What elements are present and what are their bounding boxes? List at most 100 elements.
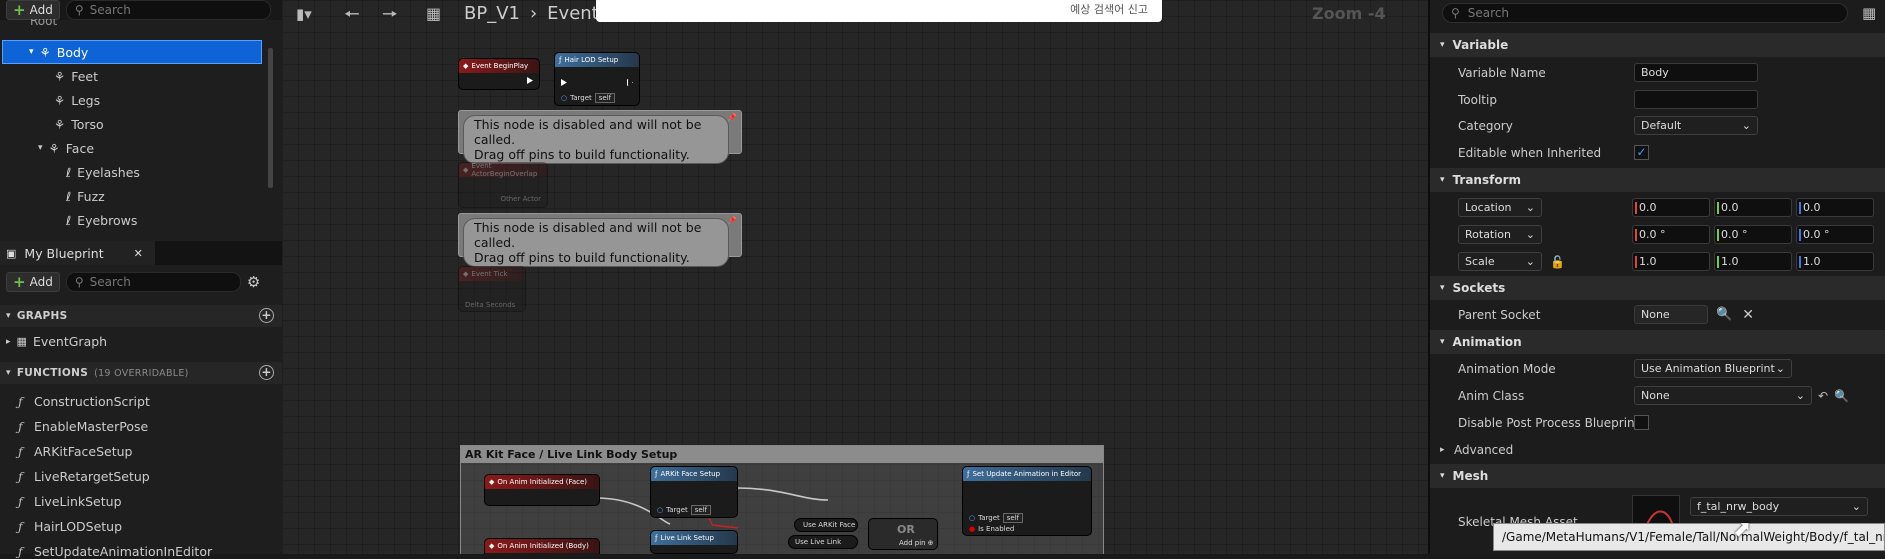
scale-x-input[interactable]: 1.0 — [1632, 252, 1710, 271]
target-pin[interactable]: ○ Target self — [657, 505, 712, 515]
exec-out-pin[interactable] — [627, 79, 633, 86]
components-scrollbar[interactable] — [268, 48, 273, 188]
function-item[interactable]: ƒ HairLODSetup — [18, 519, 122, 534]
function-icon: ƒ — [559, 56, 562, 64]
chevron-down-icon: ▾ — [1440, 40, 1445, 50]
tooltip-input[interactable] — [1634, 90, 1758, 109]
node-event-tick[interactable]: ◆ Event Tick Delta Seconds — [458, 266, 526, 312]
pin-icon[interactable]: 📌 — [727, 216, 737, 225]
close-icon[interactable]: ✕ — [134, 247, 143, 260]
row-parent-socket: Parent Socket None 🔍 ✕ — [1458, 305, 1754, 324]
is-enabled-pin[interactable]: ● Is Enabled — [969, 525, 1014, 533]
location-y-input[interactable]: 0.0 — [1714, 198, 1792, 217]
groom-icon: ℓ — [66, 212, 72, 228]
node-set-update-animation-in-editor[interactable]: ƒ Set Update Animation in Editor ○ Target… — [962, 466, 1092, 536]
scale-z-input[interactable]: 1.0 — [1796, 252, 1874, 271]
tree-item-eyelashes[interactable]: ℓ Eyelashes — [66, 160, 140, 184]
rotation-y-input[interactable]: 0.0 ° — [1714, 225, 1792, 244]
use-selected-icon[interactable]: ↶ — [1818, 389, 1828, 403]
mesh-section-header[interactable]: ▾ Mesh — [1430, 464, 1885, 488]
functions-section-header[interactable]: ▾ FUNCTIONS (19 OVERRIDABLE) + — [0, 362, 282, 384]
graphs-section-header[interactable]: ▾ GRAPHS + — [0, 305, 282, 327]
event-icon: ◆ — [463, 62, 469, 70]
sockets-section-header[interactable]: ▾ Sockets — [1430, 276, 1885, 300]
node-on-anim-initialized-body[interactable]: ◆ On Anim Initialized (Body) — [484, 538, 600, 554]
details-panel: ⚲ Search ▦ ▾ Variable Variable Name Body … — [1428, 0, 1885, 554]
node-event-beginplay[interactable]: ◆ Event BeginPlay — [458, 58, 540, 90]
disabled-comment-1[interactable]: This node is disabled and will not be ca… — [458, 110, 742, 164]
skeletal-mesh-dropdown[interactable]: f_tal_nrw_body ⌄ — [1690, 497, 1868, 516]
variable-section-header[interactable]: ▾ Variable — [1430, 33, 1885, 57]
transform-section-header[interactable]: ▾ Transform — [1430, 168, 1885, 192]
rotation-mode-dropdown[interactable]: Rotation ⌄ — [1458, 225, 1542, 244]
function-item[interactable]: ƒ ARKitFaceSetup — [18, 444, 132, 459]
row-variable-name: Variable Name Body — [1430, 59, 1885, 86]
components-search-input[interactable]: ⚲ Search — [65, 0, 271, 20]
tree-item-body[interactable]: ▾ ⚘ Body — [2, 40, 262, 64]
node-or[interactable]: OR Add pin ⊕ — [868, 518, 938, 550]
graph-item-eventgraph[interactable]: ▸ ▦ EventGraph — [6, 334, 107, 349]
rotation-x-input[interactable]: 0.0 ° — [1632, 225, 1710, 244]
add-graph-icon[interactable]: + — [259, 308, 274, 323]
exec-out-pin[interactable] — [527, 77, 533, 84]
node-hair-lod-setup[interactable]: ƒ Hair LOD Setup ○ Target self — [554, 52, 640, 106]
browse-socket-icon[interactable]: 🔍 — [1716, 307, 1732, 322]
my-blueprint-search-input[interactable]: ⚲ Search — [65, 272, 241, 292]
animation-mode-dropdown[interactable]: Use Animation Blueprint ⌄ — [1634, 359, 1792, 378]
tree-item-face[interactable]: ▾ ⚘ Face — [38, 136, 94, 160]
node-use-live-link-body[interactable]: Use Live Link Body — [788, 535, 858, 549]
pin-icon[interactable]: 📌 — [727, 113, 737, 122]
chevron-down-icon: ⌄ — [1775, 362, 1785, 375]
search-icon: ⚲ — [74, 275, 84, 289]
graph-editor[interactable]: ▮▾ 🠔 🠖 ▦ BP_V1 › Event Zoom -4 예상 검색어 신고… — [282, 0, 1428, 554]
gear-icon[interactable]: ⚙ — [247, 273, 260, 291]
tree-item-feet[interactable]: ⚘ Feet — [54, 64, 98, 88]
tree-item-legs[interactable]: ⚘ Legs — [54, 88, 100, 112]
function-item[interactable]: ƒ EnableMasterPose — [18, 419, 148, 434]
tree-item-fuzz[interactable]: ℓ Fuzz — [66, 184, 105, 208]
property-matrix-icon[interactable]: ▦ — [1862, 4, 1876, 22]
tree-item-torso[interactable]: ⚘ Torso — [54, 112, 104, 136]
tab-my-blueprint[interactable]: ▣ My Blueprint ✕ — [0, 241, 155, 265]
parent-socket-value[interactable]: None — [1634, 305, 1708, 324]
disabled-comment-2[interactable]: This node is disabled and will not be ca… — [458, 213, 742, 267]
editable-checkbox[interactable]: ✓ — [1634, 145, 1649, 160]
node-on-anim-initialized-face[interactable]: ◆ On Anim Initialized (Face) — [484, 474, 600, 506]
chevron-down-icon: ▾ — [1440, 471, 1445, 481]
node-use-arkit-face[interactable]: Use ARKit Face — [794, 518, 858, 532]
rotation-z-input[interactable]: 0.0 ° — [1796, 225, 1874, 244]
scale-y-input[interactable]: 1.0 — [1714, 252, 1792, 271]
function-icon: ƒ — [18, 494, 23, 509]
node-arkit-face-setup[interactable]: ƒ ARKit Face Setup ○ Target self — [650, 466, 738, 518]
target-pin[interactable]: ○ Target self — [561, 93, 616, 103]
category-dropdown[interactable]: Default ⌄ — [1634, 116, 1758, 135]
node-live-link-setup[interactable]: ƒ Live Link Setup — [650, 530, 738, 554]
anim-class-dropdown[interactable]: None ⌄ — [1634, 386, 1812, 405]
location-mode-dropdown[interactable]: Location ⌄ — [1458, 198, 1542, 217]
clear-icon[interactable]: ✕ — [1742, 307, 1754, 323]
function-item[interactable]: ƒ SetUpdateAnimationInEditor — [18, 544, 212, 559]
tree-item-eyebrows[interactable]: ℓ Eyebrows — [66, 208, 137, 232]
exec-in-pin[interactable] — [561, 79, 567, 86]
location-x-input[interactable]: 0.0 — [1632, 198, 1710, 217]
function-item[interactable]: ƒ LiveLinkSetup — [18, 494, 122, 509]
details-search-input[interactable]: ⚲ Search — [1442, 3, 1848, 23]
chevron-down-icon: ▾ — [1440, 337, 1445, 347]
disable-post-process-checkbox[interactable] — [1634, 415, 1649, 430]
add-function-icon[interactable]: + — [259, 365, 274, 380]
row-animation-mode: Animation Mode Use Animation Blueprint ⌄ — [1430, 355, 1885, 382]
function-item[interactable]: ƒ LiveRetargetSetup — [18, 469, 150, 484]
add-pin-button[interactable]: Add pin ⊕ — [899, 539, 933, 547]
browse-icon[interactable]: 🔍 — [1834, 389, 1849, 403]
target-pin[interactable]: ○ Target self — [969, 513, 1024, 523]
node-event-actor-begin-overlap[interactable]: ◆ Event ActorBeginOverlap Other Actor — [458, 162, 548, 208]
variable-name-input[interactable]: Body — [1634, 63, 1758, 82]
components-add-button[interactable]: + Add — [6, 0, 60, 20]
animation-section-header[interactable]: ▾ Animation — [1430, 330, 1885, 354]
location-z-input[interactable]: 0.0 — [1796, 198, 1874, 217]
scale-mode-dropdown[interactable]: Scale ⌄ — [1458, 252, 1542, 271]
function-item[interactable]: ƒ ConstructionScript — [18, 394, 150, 409]
lock-icon[interactable]: 🔓 — [1550, 255, 1565, 269]
row-advanced[interactable]: ▸ Advanced — [1430, 436, 1885, 463]
my-blueprint-add-button[interactable]: + Add — [6, 272, 60, 292]
